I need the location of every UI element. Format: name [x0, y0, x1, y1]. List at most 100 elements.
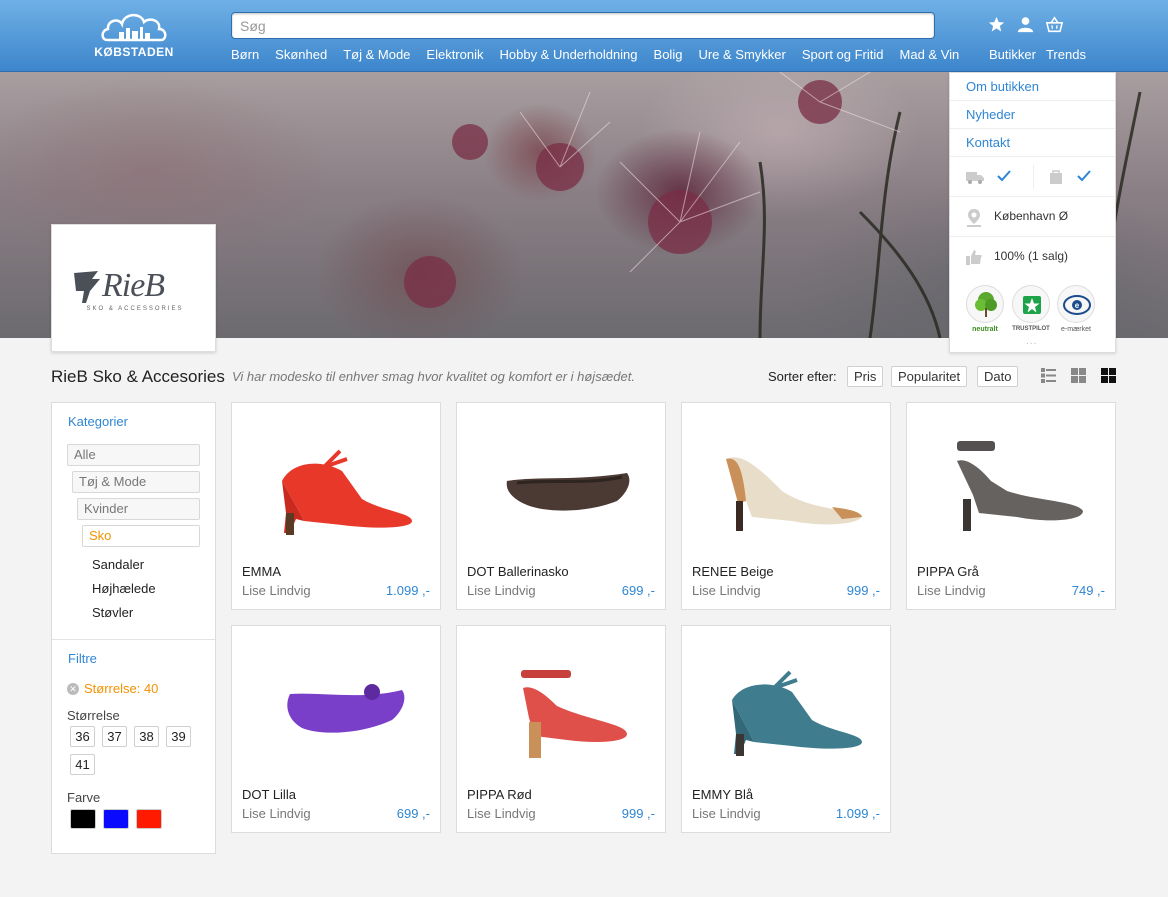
- product-card[interactable]: EMMY Blå Lise Lindvig 1.099 ,-: [681, 625, 891, 833]
- basket-icon[interactable]: [1045, 16, 1064, 33]
- tree-icon: [966, 285, 1004, 323]
- product-image[interactable]: [927, 421, 1097, 551]
- trustpilot-badge[interactable]: TRUSTPILOT: [1011, 285, 1051, 332]
- list-view-icon[interactable]: [1041, 368, 1056, 383]
- nav-item-elektronik[interactable]: Elektronik: [426, 47, 483, 65]
- grid-large-view-icon[interactable]: [1101, 368, 1116, 383]
- more-badges-indicator[interactable]: ...: [1026, 336, 1037, 347]
- subcategory-stovler[interactable]: Støvler: [92, 605, 133, 620]
- top-icons: [988, 16, 1064, 33]
- category-nav: Børn Skønhed Tøj & Mode Elektronik Hobby…: [231, 47, 975, 65]
- rating-row: 100% (1 salg): [950, 237, 1115, 277]
- kobstaden-logo[interactable]: KØBSTADEN: [92, 10, 176, 64]
- star-icon[interactable]: [988, 16, 1005, 33]
- store-logo[interactable]: RieB SKO & ACCESSORIES: [51, 224, 216, 352]
- trustpilot-star-icon: [1012, 285, 1050, 323]
- product-name[interactable]: EMMA: [242, 564, 281, 579]
- truck-icon: [965, 168, 984, 186]
- size-option-41[interactable]: 41: [70, 754, 95, 775]
- remove-filter-icon[interactable]: ✕: [67, 683, 79, 695]
- search-input[interactable]: [231, 12, 935, 39]
- product-name[interactable]: DOT Lilla: [242, 787, 296, 802]
- cloud-city-logo-icon: [101, 13, 167, 42]
- neutralt-badge-label: neutralt: [972, 326, 998, 333]
- product-card[interactable]: DOT Lilla Lise Lindvig 699 ,-: [231, 625, 441, 833]
- nav-item-skonhed[interactable]: Skønhed: [275, 47, 327, 65]
- store-rating: 100% (1 salg): [994, 249, 1069, 263]
- active-filter[interactable]: ✕ Størrelse: 40: [67, 681, 158, 696]
- product-seller: Lise Lindvig: [467, 806, 536, 821]
- nav-item-sport-fritid[interactable]: Sport og Fritid: [802, 47, 884, 65]
- size-option-36[interactable]: 36: [70, 726, 95, 747]
- stores-link[interactable]: Butikker: [989, 47, 1036, 62]
- product-seller: Lise Lindvig: [467, 583, 536, 598]
- product-name[interactable]: DOT Ballerinasko: [467, 564, 569, 579]
- product-image[interactable]: [477, 421, 647, 551]
- nav-item-ure-smykker[interactable]: Ure & Smykker: [698, 47, 785, 65]
- product-image[interactable]: [702, 421, 872, 551]
- store-location: København Ø: [994, 209, 1069, 223]
- sort-price-button[interactable]: Pris: [847, 366, 884, 387]
- store-logo-subtitle: SKO & ACCESSORIES: [86, 306, 184, 312]
- grid-small-view-icon[interactable]: [1071, 368, 1086, 383]
- e-maerket-icon: e: [1057, 285, 1095, 323]
- user-icon[interactable]: [1017, 16, 1034, 33]
- about-store-link[interactable]: Om butikken: [950, 73, 1115, 101]
- store-logo-brand: RieB: [102, 267, 165, 304]
- sidebar-divider: [52, 639, 215, 640]
- product-name[interactable]: PIPPA Grå: [917, 564, 979, 579]
- size-option-37[interactable]: 37: [102, 726, 127, 747]
- product-seller: Lise Lindvig: [242, 583, 311, 598]
- size-option-38[interactable]: 38: [134, 726, 159, 747]
- filters-heading: Filtre: [68, 651, 97, 666]
- size-option-39[interactable]: 39: [166, 726, 191, 747]
- nav-item-toj-mode[interactable]: Tøj & Mode: [343, 47, 410, 65]
- product-name[interactable]: EMMY Blå: [692, 787, 753, 802]
- product-card[interactable]: PIPPA Rød Lise Lindvig 999 ,-: [456, 625, 666, 833]
- subcategory-hojhaelede[interactable]: Højhælede: [92, 581, 156, 596]
- product-image[interactable]: [702, 644, 872, 774]
- color-swatch-red[interactable]: [136, 809, 162, 829]
- trends-link[interactable]: Trends: [1046, 47, 1086, 62]
- shipping-row: [950, 157, 1115, 197]
- category-all[interactable]: Alle: [67, 444, 200, 466]
- product-price: 699 ,-: [396, 806, 430, 821]
- color-swatch-blue[interactable]: [103, 809, 129, 829]
- neutralt-badge[interactable]: neutralt: [965, 285, 1005, 333]
- news-link[interactable]: Nyheder: [950, 101, 1115, 129]
- category-sko[interactable]: Sko: [82, 525, 200, 547]
- product-card[interactable]: DOT Ballerinasko Lise Lindvig 699 ,-: [456, 402, 666, 610]
- nav-item-born[interactable]: Børn: [231, 47, 259, 65]
- product-image[interactable]: [252, 644, 422, 774]
- contact-link[interactable]: Kontakt: [950, 129, 1115, 157]
- location-row: København Ø: [950, 197, 1115, 237]
- top-navigation-bar: KØBSTADEN Børn Skønhed Tøj & Mode Elektr…: [0, 0, 1168, 72]
- store-tagline: Vi har modesko til enhver smag hvor kval…: [232, 369, 635, 384]
- category-kvinder[interactable]: Kvinder: [77, 498, 200, 520]
- ballerina-shoe-icon: [287, 684, 405, 733]
- nav-item-hobby[interactable]: Hobby & Underholdning: [499, 47, 637, 65]
- product-card[interactable]: RENEE Beige Lise Lindvig 999 ,-: [681, 402, 891, 610]
- product-image[interactable]: [252, 421, 422, 551]
- product-card[interactable]: PIPPA Grå Lise Lindvig 749 ,-: [906, 402, 1116, 610]
- pump-shoe-icon: [726, 457, 862, 531]
- product-seller: Lise Lindvig: [692, 583, 761, 598]
- nav-item-mad-vin[interactable]: Mad & Vin: [900, 47, 960, 65]
- subcategory-sandaler[interactable]: Sandaler: [92, 557, 144, 572]
- nav-item-bolig[interactable]: Bolig: [654, 47, 683, 65]
- check-icon: [1076, 168, 1094, 186]
- e-maerket-badge[interactable]: e e-mærket: [1056, 285, 1096, 333]
- store-info-panel: Om butikken Nyheder Kontakt København Ø …: [949, 72, 1116, 353]
- product-card[interactable]: EMMA Lise Lindvig 1.099 ,-: [231, 402, 441, 610]
- product-image[interactable]: [477, 644, 647, 774]
- filter-sidebar: Kategorier Alle Tøj & Mode Kvinder Sko S…: [51, 402, 216, 854]
- sort-date-button[interactable]: Dato: [977, 366, 1019, 387]
- certification-badges: neutralt TRUSTPILOT e e-mærket ...: [950, 283, 1115, 349]
- sort-popularity-button[interactable]: Popularitet: [891, 366, 968, 387]
- category-toj-mode[interactable]: Tøj & Mode: [72, 471, 200, 493]
- product-name[interactable]: RENEE Beige: [692, 564, 774, 579]
- product-name[interactable]: PIPPA Rød: [467, 787, 532, 802]
- strap-shoe-icon: [957, 441, 1083, 531]
- location-pin-icon: [966, 208, 984, 227]
- color-swatch-black[interactable]: [70, 809, 96, 829]
